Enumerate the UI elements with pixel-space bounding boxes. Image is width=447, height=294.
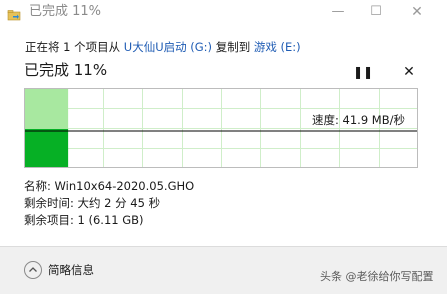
cancel-button[interactable]: ✕ xyxy=(398,63,420,81)
speed-label: 速度: 41.9 MB/秒 xyxy=(312,113,405,127)
watermark-text: 头条 @老徐给你写配置 xyxy=(320,270,434,283)
file-name: 名称: Win10x64-2020.05.GHO xyxy=(24,179,195,193)
progress-fill-light xyxy=(25,89,69,129)
window-title: 已完成 11% xyxy=(29,4,102,19)
title-bar: 已完成 11% — ☐ ✕ xyxy=(0,0,447,25)
progress-fill xyxy=(25,129,69,167)
fewer-details-label[interactable]: 简略信息 xyxy=(48,262,94,278)
pause-button[interactable]: ❚❚ xyxy=(352,63,374,81)
copy-middle: 复制到 xyxy=(212,40,254,54)
chevron-up-icon xyxy=(29,267,37,272)
speed-graph xyxy=(24,88,418,168)
footer-bar: 简略信息 头条 @老徐给你写配置 xyxy=(0,246,447,294)
destination-drive-link[interactable]: 游戏 (E:) xyxy=(254,40,301,54)
time-remaining: 剩余时间: 大约 2 分 45 秒 xyxy=(24,196,161,210)
source-drive-link[interactable]: U大仙U启动 (G:) xyxy=(124,40,212,54)
details-panel: 名称: Win10x64-2020.05.GHO 剩余时间: 大约 2 分 45… xyxy=(24,178,194,229)
copy-dialog-icon xyxy=(7,6,21,21)
close-window-button[interactable]: ✕ xyxy=(402,2,432,22)
collapse-details-button[interactable] xyxy=(24,261,42,279)
copy-prefix: 正在将 1 个项目从 xyxy=(25,40,124,54)
maximize-button[interactable]: ☐ xyxy=(361,2,391,22)
items-remaining: 剩余项目: 1 (6.11 GB) xyxy=(24,213,144,227)
minimize-button[interactable]: — xyxy=(323,2,353,22)
copy-description: 正在将 1 个项目从 U大仙U启动 (G:) 复制到 游戏 (E:) xyxy=(25,39,301,55)
progress-percent-label: 已完成 11% xyxy=(24,61,108,79)
